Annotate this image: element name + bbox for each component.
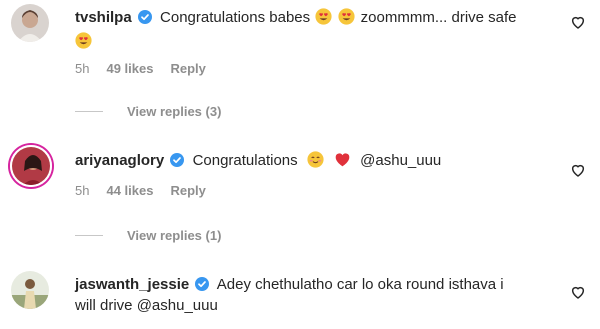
smiling-face-emoji [307,151,324,168]
red-heart-emoji [335,153,350,167]
verified-badge-icon [137,10,152,24]
heart-eyes-emoji [315,8,332,25]
comment-text: ariyanaglory Congratulations @ashu_uuu [75,150,560,171]
mention-link[interactable]: @ashu_uuu [360,152,441,169]
avatar[interactable] [11,4,49,42]
view-replies-label: View replies (1) [127,228,222,243]
comment-meta: 5h 44 likes Reply [75,183,206,198]
comment-meta: 5h 49 likes Reply [75,61,206,76]
comment-text: tvshilpa Congratulations babes zoommmm..… [75,7,560,52]
comment-body: Congratulations [192,152,298,169]
avatar[interactable] [11,271,49,309]
comment-item: tvshilpa Congratulations babes zoommmm..… [0,0,600,130]
username[interactable]: tvshilpa [75,9,132,26]
comment-body: Congratulations babes [160,9,311,26]
heart-outline-icon[interactable] [570,14,586,30]
verified-badge-icon [170,153,185,167]
reply-button[interactable]: Reply [170,183,205,198]
comment-item: jaswanth_jessie Adey chethulatho car lo … [0,266,600,329]
heart-eyes-emoji [75,32,92,49]
divider [75,111,103,112]
view-replies-button[interactable]: View replies (3) [75,104,221,119]
reply-button[interactable]: Reply [170,61,205,76]
avatar[interactable] [10,145,52,187]
verified-badge-icon [195,277,210,291]
likes-count[interactable]: 44 likes [106,183,153,198]
timestamp: 5h [75,183,90,198]
divider [75,235,103,236]
timestamp: 5h [75,61,90,76]
username[interactable]: jaswanth_jessie [75,276,189,293]
heart-eyes-emoji [338,8,356,25]
heart-outline-icon[interactable] [570,284,586,300]
heart-outline-icon[interactable] [570,162,586,178]
view-replies-label: View replies (3) [127,104,222,119]
comment-body: Adey chethulatho car lo oka round isthav… [216,276,504,293]
likes-count[interactable]: 49 likes [106,61,153,76]
comment-text: jaswanth_jessie Adey chethulatho car lo … [75,274,560,316]
comment-body-continued: will drive [75,297,133,314]
username[interactable]: ariyanaglory [75,152,164,169]
view-replies-button[interactable]: View replies (1) [75,228,221,243]
comment-item: ariyanaglory Congratulations @ashu_uuu 5… [0,140,600,250]
mention-link[interactable]: @ashu_uuu [137,297,218,314]
comment-body-continued: zoommmm... drive safe [360,9,517,26]
